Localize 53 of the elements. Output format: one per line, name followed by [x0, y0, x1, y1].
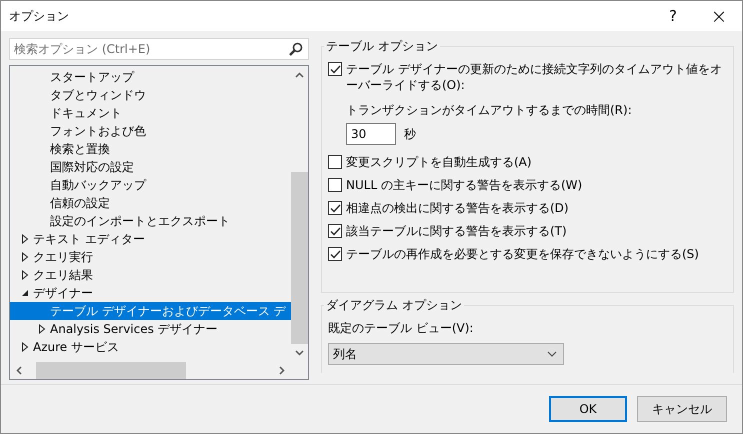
search-icon — [289, 42, 303, 56]
field-label: トランザクションがタイムアウトするまでの時間(R): — [346, 102, 633, 119]
tree-item[interactable]: 検索と置換 — [50, 140, 110, 158]
collapsed-arrow-icon[interactable] — [20, 270, 28, 280]
unit-label: 秒 — [404, 126, 416, 142]
tree-item[interactable]: スタートアップ — [50, 68, 134, 86]
tree-item[interactable]: タブとウィンドウ — [50, 86, 146, 104]
help-button[interactable]: ? — [650, 1, 696, 31]
field-label: 既定のテーブル ビュー(V): — [328, 320, 474, 337]
tree-item[interactable]: 国際対応の設定 — [50, 158, 134, 176]
tree-item[interactable]: Analysis Services デザイナー — [50, 320, 218, 338]
checkbox-label[interactable]: 相違点の検出に関する警告を表示する(D) — [346, 200, 569, 216]
tree-item[interactable]: クエリ結果 — [33, 266, 93, 284]
close-button[interactable]: × — [696, 1, 742, 31]
tree-item[interactable]: 信頼の設定 — [50, 194, 110, 212]
collapsed-arrow-icon[interactable] — [20, 252, 28, 262]
cancel-button[interactable]: キャンセル — [637, 396, 727, 422]
checkbox-label[interactable]: テーブル デザイナーの更新のために接続文字列のタイムアウト値をオーバーライドする(O): — [346, 61, 725, 93]
search-field[interactable]: 検索オプション (Ctrl+E) — [9, 38, 309, 60]
tree-item[interactable]: Azure サービス — [33, 338, 119, 356]
tree-item[interactable]: フォントおよび色 — [50, 122, 146, 140]
table-view-dropdown[interactable]: 列名 — [328, 343, 564, 365]
tree-item[interactable]: テキスト エディター — [33, 230, 145, 248]
checkbox-label[interactable]: NULL の主キーに関する警告を表示する(W) — [346, 177, 582, 193]
checkbox[interactable] — [328, 247, 342, 261]
checkbox-label[interactable]: 該当テーブルに関する警告を表示する(T) — [346, 223, 567, 239]
timeout-input[interactable]: 30 — [346, 123, 396, 145]
collapsed-arrow-icon[interactable] — [20, 342, 28, 352]
checkbox[interactable] — [328, 155, 342, 169]
window-title: オプション — [8, 8, 70, 24]
chevron-down-icon — [547, 351, 557, 357]
scroll-left-icon[interactable] — [16, 366, 22, 375]
expanded-arrow-icon[interactable] — [20, 289, 28, 297]
checkbox[interactable] — [328, 62, 342, 76]
collapsed-arrow-icon[interactable] — [38, 324, 46, 334]
tree-item[interactable]: ドキュメント — [50, 104, 122, 122]
scroll-up-icon[interactable] — [295, 72, 304, 78]
checkbox[interactable] — [328, 224, 342, 238]
tree-item[interactable]: テーブル デザイナーおよびデータベース デ — [50, 302, 286, 320]
group-title: ダイアグラム オプション — [325, 297, 463, 314]
tree-item[interactable]: クエリ実行 — [33, 248, 93, 266]
ok-button[interactable]: OK — [549, 396, 627, 422]
scroll-down-icon[interactable] — [295, 350, 304, 356]
group-title: テーブル オプション — [325, 38, 439, 55]
checkbox-label[interactable]: 変更スクリプトを自動生成する(A) — [346, 154, 532, 170]
collapsed-arrow-icon[interactable] — [20, 234, 28, 244]
tree-item[interactable]: デザイナー — [33, 284, 93, 302]
tree-item[interactable]: 設定のインポートとエクスポート — [50, 212, 230, 230]
checkbox-label[interactable]: テーブルの再作成を必要とする変更を保存できないようにする(S) — [346, 246, 699, 262]
checkbox[interactable] — [328, 201, 342, 215]
scroll-right-icon[interactable] — [279, 366, 285, 375]
tree-item[interactable]: 自動バックアップ — [50, 176, 146, 194]
checkbox[interactable] — [328, 178, 342, 192]
